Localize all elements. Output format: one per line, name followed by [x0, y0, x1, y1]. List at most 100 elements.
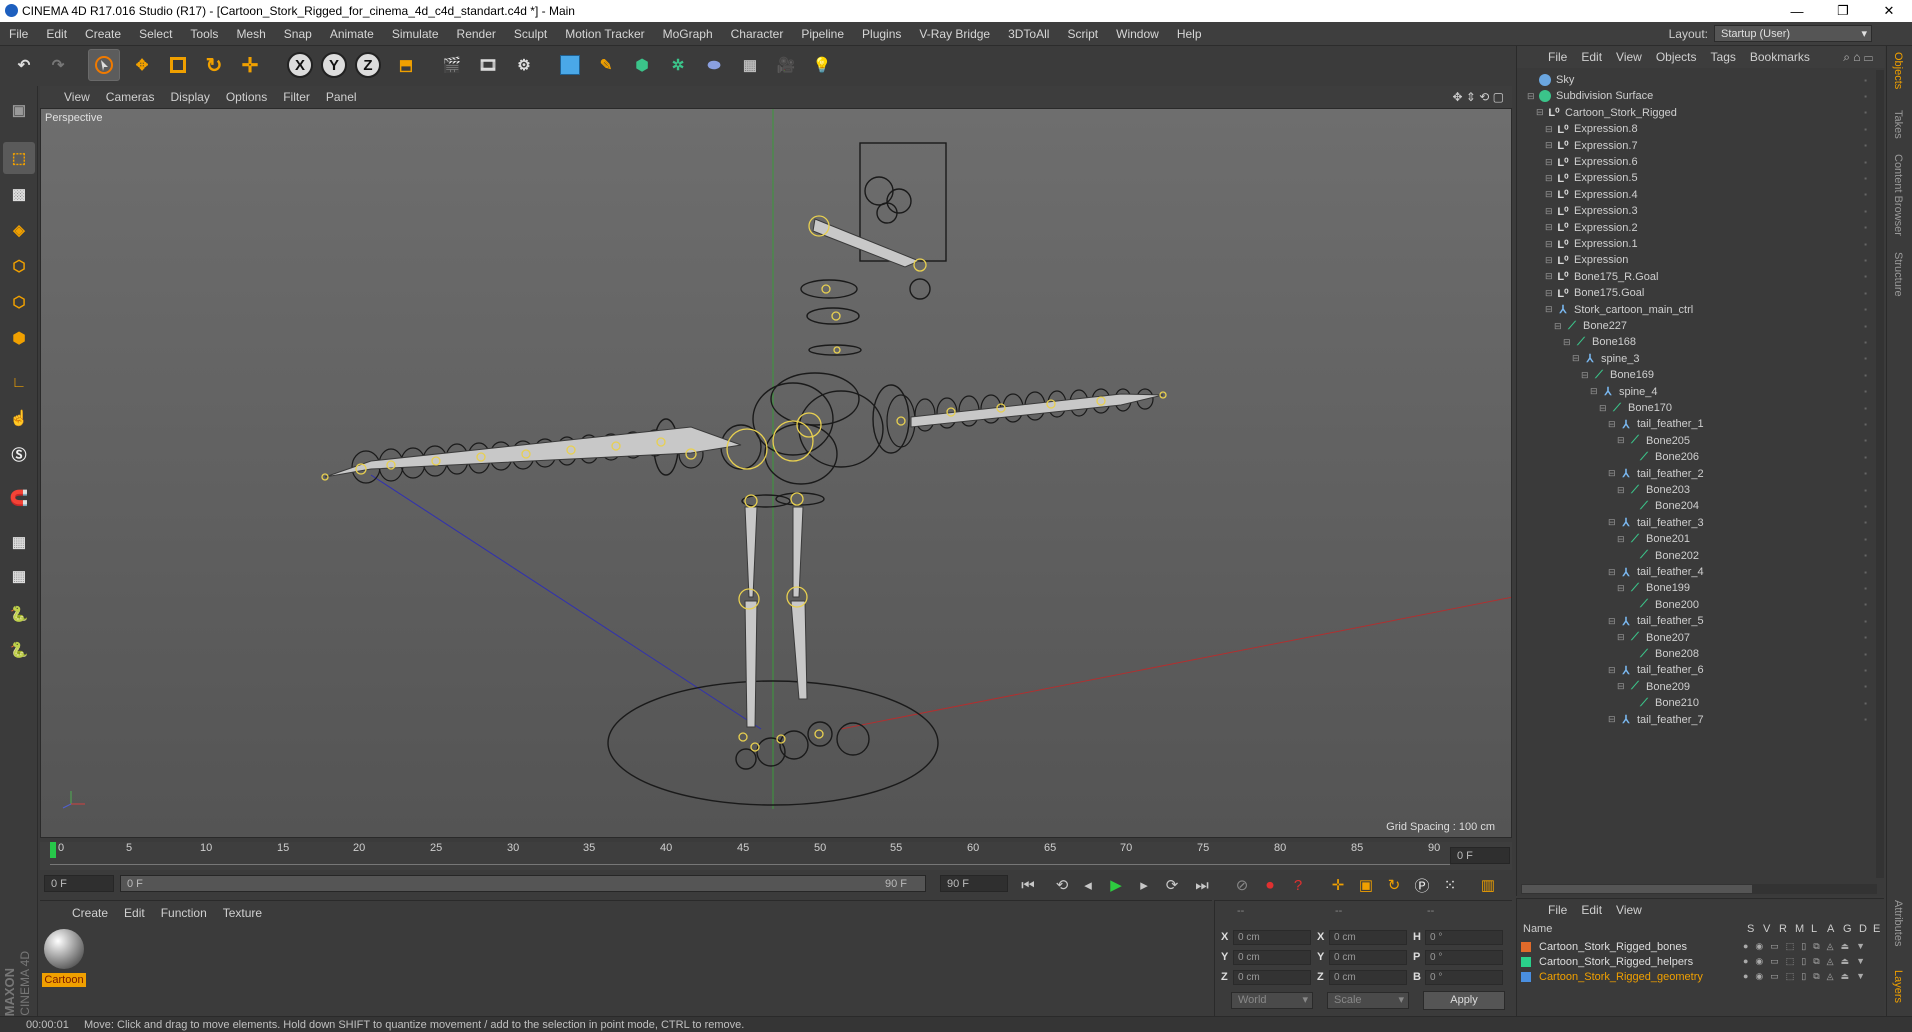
menu-3dtoall[interactable]: 3DToAll	[999, 27, 1058, 41]
make-editable-button[interactable]: ▣	[3, 94, 35, 126]
side-tab-layers[interactable]: Layers	[1892, 970, 1904, 1003]
visibility-dots-icon[interactable]: ▪	[1864, 469, 1867, 478]
viewport-menu-view[interactable]: View	[56, 90, 98, 104]
tree-expander-icon[interactable]: ⊟	[1617, 632, 1627, 643]
minimize-button[interactable]: —	[1774, 0, 1820, 22]
visibility-dots-icon[interactable]: ▪	[1864, 141, 1867, 150]
objmgr-menu-edit[interactable]: Edit	[1574, 50, 1609, 64]
visibility-dots-icon[interactable]: ▪	[1864, 371, 1867, 380]
layer-row[interactable]: Cartoon_Stork_Rigged_helpers ●◉▭⬚▯⧉◬⏏▼	[1521, 954, 1877, 969]
workplane-mode-button[interactable]: ◈	[3, 214, 35, 246]
visibility-dots-icon[interactable]: ▪	[1864, 715, 1867, 724]
material-menu-create[interactable]: Create	[64, 906, 116, 920]
python-script-button[interactable]: 🐍	[3, 598, 35, 630]
visibility-dots-icon[interactable]: ▪	[1864, 502, 1867, 511]
visibility-dots-icon[interactable]: ▪	[1864, 387, 1867, 396]
rot-b-field[interactable]: 0 °	[1425, 970, 1503, 985]
tree-expander-icon[interactable]: ⊟	[1545, 140, 1555, 151]
key-position-button[interactable]: ✛	[1326, 874, 1350, 896]
visibility-dots-icon[interactable]: ▪	[1864, 92, 1867, 101]
menu-script[interactable]: Script	[1058, 27, 1107, 41]
undo-button[interactable]: ↶	[8, 49, 40, 81]
current-frame-field[interactable]: 0 F	[1450, 847, 1510, 864]
workplane-snap-button[interactable]: ▦	[3, 560, 35, 592]
visibility-dots-icon[interactable]: ▪	[1864, 289, 1867, 298]
visibility-dots-icon[interactable]: ▪	[1864, 650, 1867, 659]
coordinate-system-button[interactable]: ⬒	[390, 49, 422, 81]
tree-expander-icon[interactable]: ⊟	[1545, 189, 1555, 200]
recent-tool-button[interactable]: ✛	[234, 49, 266, 81]
menu-plugins[interactable]: Plugins	[853, 27, 910, 41]
side-tab-content-browser[interactable]: Content Browser	[1892, 154, 1904, 236]
redo-button[interactable]: ↷	[42, 49, 74, 81]
visibility-dots-icon[interactable]: ▪	[1864, 174, 1867, 183]
objmgr-hscroll-thumb[interactable]	[1522, 885, 1752, 893]
render-picture-viewer-button[interactable]: 🎞	[472, 49, 504, 81]
render-settings-button[interactable]: ⚙	[508, 49, 540, 81]
layer-flags-icons[interactable]: ●◉▭⬚▯⧉◬⏏▼	[1743, 971, 1872, 982]
pos-x-field[interactable]: 0 cm	[1233, 930, 1311, 945]
objmgr-search-icons[interactable]: ⌕ ⌂ ▭	[1843, 50, 1873, 65]
layout-dropdown[interactable]: Startup (User) ▾	[1714, 25, 1872, 42]
model-mode-button[interactable]: ⬚	[3, 142, 35, 174]
menu-simulate[interactable]: Simulate	[383, 27, 448, 41]
tree-expander-icon[interactable]: ⊟	[1563, 337, 1573, 348]
visibility-dots-icon[interactable]: ▪	[1864, 666, 1867, 675]
layermgr-menu-edit[interactable]: Edit	[1574, 903, 1609, 917]
menu-vray-bridge[interactable]: V-Ray Bridge	[910, 27, 999, 41]
python-script-2-button[interactable]: 🐍	[3, 634, 35, 666]
layer-flags-icons[interactable]: ●◉▭⬚▯⧉◬⏏▼	[1743, 956, 1872, 967]
size-mode-dropdown[interactable]: Scale ▾	[1327, 992, 1409, 1009]
viewport-menu-display[interactable]: Display	[162, 90, 217, 104]
visibility-dots-icon[interactable]: ▪	[1864, 617, 1867, 626]
tree-expander-icon[interactable]: ⊟	[1608, 468, 1618, 479]
tree-expander-icon[interactable]: ⊟	[1617, 485, 1627, 496]
layermgr-menu-file[interactable]: File	[1541, 903, 1574, 917]
solo-button[interactable]: Ⓢ	[3, 438, 35, 470]
camera-button[interactable]: 🎥	[770, 49, 802, 81]
tree-expander-icon[interactable]: ⊟	[1617, 583, 1627, 594]
light-button[interactable]: 💡	[806, 49, 838, 81]
preview-range-slider[interactable]: 0 F 90 F	[120, 875, 926, 892]
side-tab-takes[interactable]: Takes	[1892, 110, 1904, 139]
size-z-field[interactable]: 0 cm	[1329, 970, 1407, 985]
menu-file[interactable]: File	[0, 27, 37, 41]
visibility-dots-icon[interactable]: ▪	[1864, 338, 1867, 347]
menu-mograph[interactable]: MoGraph	[654, 27, 722, 41]
cloner-button[interactable]: ✲	[662, 49, 694, 81]
objmgr-menu-file[interactable]: File	[1541, 50, 1574, 64]
x-axis-button[interactable]: X	[284, 49, 316, 81]
coordinate-space-dropdown[interactable]: World ▾	[1231, 992, 1313, 1009]
visibility-dots-icon[interactable]: ▪	[1864, 190, 1867, 199]
objmgr-menu-objects[interactable]: Objects	[1649, 50, 1704, 64]
visibility-dots-icon[interactable]: ▪	[1864, 76, 1867, 85]
tree-expander-icon[interactable]: ⊟	[1617, 435, 1627, 446]
edges-mode-button[interactable]: ⬡	[3, 286, 35, 318]
objmgr-menu-view[interactable]: View	[1609, 50, 1649, 64]
menu-window[interactable]: Window	[1107, 27, 1168, 41]
rot-p-field[interactable]: 0 °	[1425, 950, 1503, 965]
visibility-dots-icon[interactable]: ▪	[1864, 240, 1867, 249]
tree-expander-icon[interactable]: ⊟	[1608, 665, 1618, 676]
tree-expander-icon[interactable]: ⊟	[1599, 403, 1609, 414]
go-to-next-key-button[interactable]: ⟳	[1160, 874, 1184, 896]
menu-edit[interactable]: Edit	[37, 27, 76, 41]
menu-create[interactable]: Create	[76, 27, 130, 41]
side-tab-structure[interactable]: Structure	[1892, 252, 1904, 297]
visibility-dots-icon[interactable]: ▪	[1864, 256, 1867, 265]
tree-expander-icon[interactable]: ⊟	[1545, 271, 1555, 282]
viewport-menu-panel[interactable]: Panel	[318, 90, 365, 104]
points-mode-button[interactable]: ⬡	[3, 250, 35, 282]
play-button[interactable]: ▶	[1104, 874, 1128, 896]
tree-expander-icon[interactable]: ⊟	[1608, 567, 1618, 578]
layer-row[interactable]: Cartoon_Stork_Rigged_geometry ●◉▭⬚▯⧉◬⏏▼	[1521, 969, 1877, 984]
visibility-dots-icon[interactable]: ▪	[1864, 551, 1867, 560]
tree-expander-icon[interactable]: ⊟	[1527, 91, 1537, 102]
tree-expander-icon[interactable]: ⊟	[1545, 288, 1555, 299]
end-frame-field[interactable]: 90 F	[940, 875, 1008, 892]
objmgr-vertical-scrollbar[interactable]	[1876, 70, 1884, 878]
visibility-dots-icon[interactable]: ▪	[1864, 354, 1867, 363]
visibility-dots-icon[interactable]: ▪	[1864, 486, 1867, 495]
workplane-lock-button[interactable]: ▦	[3, 526, 35, 558]
start-frame-field[interactable]: 0 F	[44, 875, 114, 892]
